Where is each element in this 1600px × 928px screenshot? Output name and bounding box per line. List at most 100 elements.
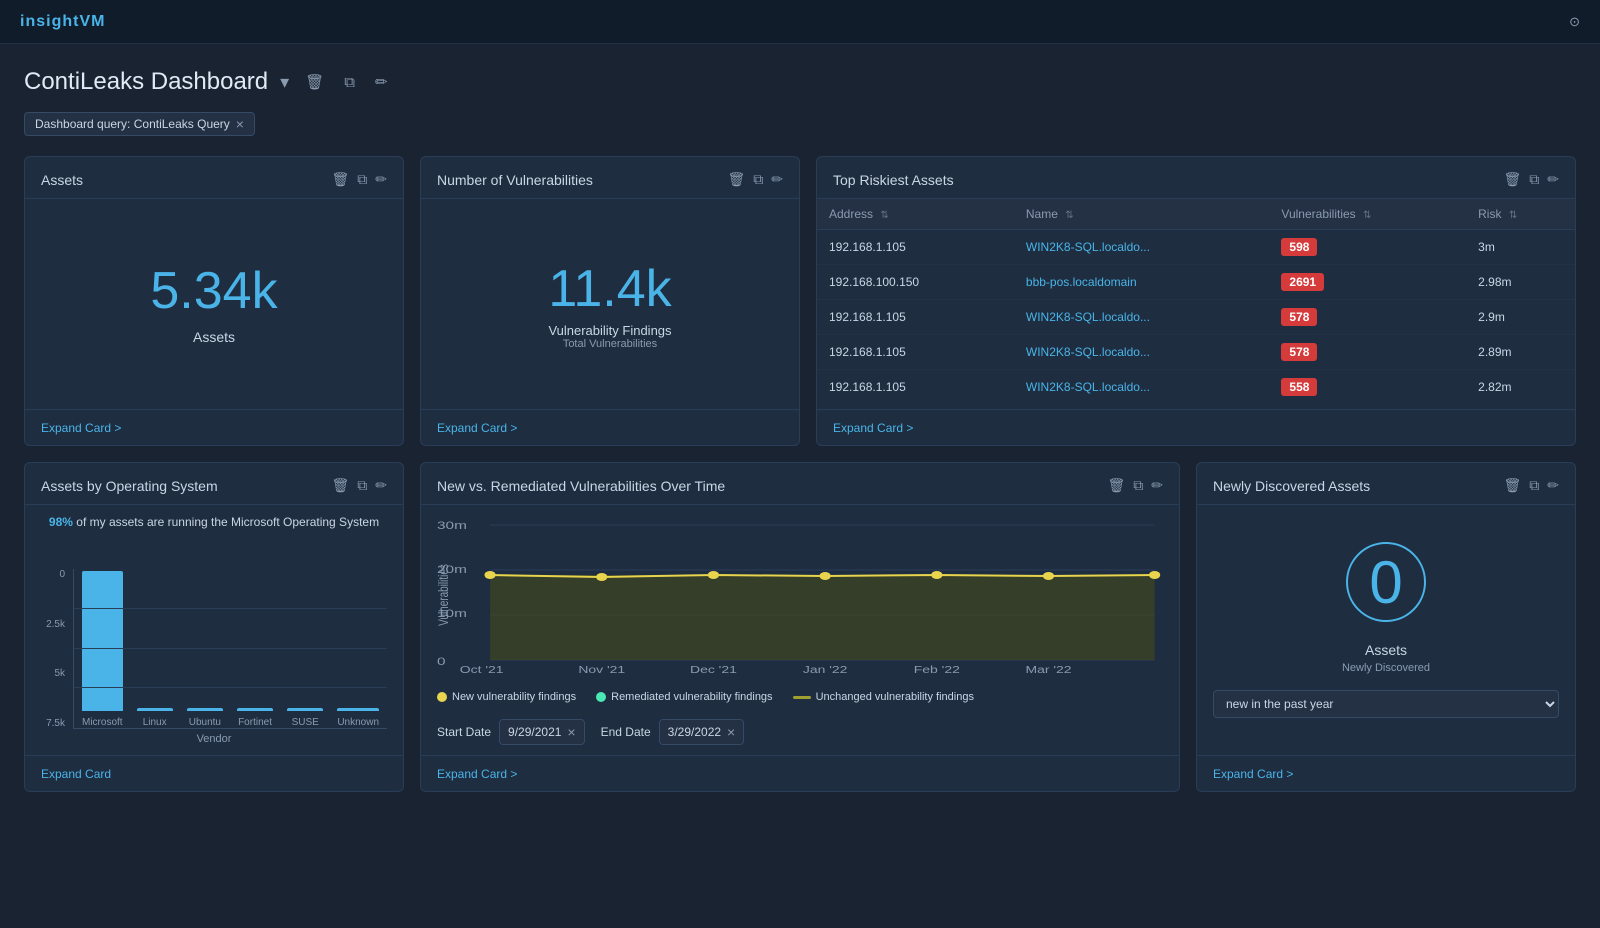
dashboard-title-chevron-icon[interactable]: ▾ bbox=[280, 72, 289, 93]
risk-name: bbb-pos.localdomain bbox=[1014, 265, 1270, 300]
svg-text:30m: 30m bbox=[437, 519, 467, 531]
newly-delete-icon[interactable]: 🗑 bbox=[1503, 477, 1521, 494]
filter-chip-close[interactable]: × bbox=[236, 117, 244, 131]
assets-card-icons: 🗑 ⧉ ✏ bbox=[331, 171, 387, 188]
dashboard-delete-button[interactable]: 🗑 bbox=[301, 71, 328, 93]
risk-address: 192.168.1.105 bbox=[817, 370, 1014, 405]
newly-discovered-title: Newly Discovered Assets bbox=[1213, 478, 1503, 494]
newly-copy-icon[interactable]: ⧉ bbox=[1529, 477, 1539, 494]
bar-group: SUSE bbox=[287, 708, 323, 728]
svg-text:Dec '21: Dec '21 bbox=[690, 664, 737, 675]
new-vs-remediated-card: New vs. Remediated Vulnerabilities Over … bbox=[420, 462, 1180, 792]
new-vs-rem-icons: 🗑 ⧉ ✏ bbox=[1107, 477, 1163, 494]
risk-col-address[interactable]: Address ⇅ bbox=[817, 199, 1014, 230]
assets-card-header: Assets 🗑 ⧉ ✏ bbox=[25, 157, 403, 199]
bar bbox=[287, 708, 323, 711]
start-date-value: 9/29/2021 bbox=[508, 725, 561, 739]
risk-col-vulns[interactable]: Vulnerabilities ⇅ bbox=[1269, 199, 1466, 230]
os-copy-icon[interactable]: ⧉ bbox=[357, 477, 367, 494]
os-edit-icon[interactable]: ✏ bbox=[375, 477, 387, 494]
risk-value: 2.89m bbox=[1466, 335, 1575, 370]
table-row: 192.168.1.105 WIN2K8-SQL.localdo... 578 … bbox=[817, 300, 1575, 335]
svg-text:Mar '22: Mar '22 bbox=[1025, 664, 1071, 675]
assets-value: 5.34k bbox=[150, 263, 277, 320]
vulns-edit-icon[interactable]: ✏ bbox=[771, 171, 783, 188]
assets-copy-icon[interactable]: ⧉ bbox=[357, 171, 367, 188]
assets-by-os-header: Assets by Operating System 🗑 ⧉ ✏ bbox=[25, 463, 403, 505]
top-riskiest-expand-link[interactable]: Expand Card > bbox=[833, 421, 913, 435]
vulnerabilities-expand-link[interactable]: Expand Card > bbox=[437, 421, 517, 435]
gridline-75 bbox=[74, 608, 387, 609]
dashboard-title: ContiLeaks Dashboard bbox=[24, 68, 268, 96]
end-date-input[interactable]: 3/29/2022 × bbox=[659, 719, 745, 745]
newrem-delete-icon[interactable]: 🗑 bbox=[1107, 477, 1125, 494]
risk-name: WIN2K8-SQL.localdo... bbox=[1014, 335, 1270, 370]
risk-address: 192.168.1.105 bbox=[817, 335, 1014, 370]
bar-label: Unknown bbox=[337, 717, 379, 728]
assets-edit-icon[interactable]: ✏ bbox=[375, 171, 387, 188]
end-date-clear[interactable]: × bbox=[727, 724, 735, 740]
newly-discovered-expand-link[interactable]: Expand Card > bbox=[1213, 767, 1293, 781]
assets-expand-link[interactable]: Expand Card > bbox=[41, 421, 121, 435]
assets-delete-icon[interactable]: 🗑 bbox=[331, 171, 349, 188]
newly-discovered-value: 0 bbox=[1346, 542, 1426, 622]
newrem-copy-icon[interactable]: ⧉ bbox=[1133, 477, 1143, 494]
y-axis: 7.5k 5k 2.5k 0 bbox=[41, 569, 73, 729]
bar-group: Microsoft bbox=[82, 571, 123, 728]
start-date-field: Start Date 9/29/2021 × bbox=[437, 719, 585, 745]
riskiest-delete-icon[interactable]: 🗑 bbox=[1503, 171, 1521, 188]
header-user-icon[interactable]: ⊙ bbox=[1569, 14, 1580, 30]
assets-by-os-expand-link[interactable]: Expand Card bbox=[41, 767, 111, 781]
legend-unchanged-findings: Unchanged vulnerability findings bbox=[793, 691, 974, 703]
os-delete-icon[interactable]: 🗑 bbox=[331, 477, 349, 494]
risk-name: WIN2K8-SQL.localdo... bbox=[1014, 300, 1270, 335]
risk-value: 2.9m bbox=[1466, 300, 1575, 335]
newly-discovered-dropdown[interactable]: new in the past yearnew in the past mont… bbox=[1213, 690, 1559, 718]
svg-text:Nov '21: Nov '21 bbox=[578, 664, 625, 675]
vulnerabilities-value: 11.4k bbox=[548, 259, 671, 319]
bar bbox=[187, 708, 223, 711]
top-riskiest-card-icons: 🗑 ⧉ ✏ bbox=[1503, 171, 1559, 188]
risk-value: 3m bbox=[1466, 230, 1575, 265]
risk-vulns: 558 bbox=[1269, 370, 1466, 405]
legend-unchanged-label: Unchanged vulnerability findings bbox=[816, 691, 974, 703]
vulnerabilities-card-footer: Expand Card > bbox=[421, 409, 799, 445]
new-vs-rem-expand-link[interactable]: Expand Card > bbox=[437, 767, 517, 781]
riskiest-copy-icon[interactable]: ⧉ bbox=[1529, 171, 1539, 188]
newrem-edit-icon[interactable]: ✏ bbox=[1151, 477, 1163, 494]
risk-col-name[interactable]: Name ⇅ bbox=[1014, 199, 1270, 230]
legend-new-dot bbox=[437, 692, 447, 702]
assets-label: Assets bbox=[193, 329, 235, 345]
legend-new-label: New vulnerability findings bbox=[452, 691, 576, 703]
vulns-delete-icon[interactable]: 🗑 bbox=[727, 171, 745, 188]
vulnerabilities-card: Number of Vulnerabilities 🗑 ⧉ ✏ 11.4k Vu… bbox=[420, 156, 800, 446]
legend-unchanged-line bbox=[793, 696, 811, 699]
table-row: 192.168.1.105 WIN2K8-SQL.localdo... 578 … bbox=[817, 335, 1575, 370]
bar-group: Ubuntu bbox=[187, 708, 223, 728]
start-date-clear[interactable]: × bbox=[567, 724, 575, 740]
os-subtitle-text: of my assets are running the Microsoft O… bbox=[73, 515, 379, 529]
app-logo: insightVM bbox=[20, 13, 105, 31]
riskiest-edit-icon[interactable]: ✏ bbox=[1547, 171, 1559, 188]
start-date-input[interactable]: 9/29/2021 × bbox=[499, 719, 585, 745]
bars-inner: Microsoft Linux Ubuntu Fortinet SUSE Unk… bbox=[82, 569, 379, 728]
line-chart-svg: 30m 20m 10m 0 bbox=[437, 515, 1163, 675]
user-icon[interactable]: ⊙ bbox=[1569, 14, 1580, 29]
top-riskiest-card-header: Top Riskiest Assets 🗑 ⧉ ✏ bbox=[817, 157, 1575, 199]
assets-card: Assets 🗑 ⧉ ✏ 5.34k Assets Expand Card > bbox=[24, 156, 404, 446]
vulnerabilities-card-body: 11.4k Vulnerability Findings Total Vulne… bbox=[421, 199, 799, 409]
bar-label: Ubuntu bbox=[189, 717, 221, 728]
line-chart-wrap: 30m 20m 10m 0 bbox=[437, 515, 1163, 675]
assets-card-title: Assets bbox=[41, 172, 331, 188]
risk-name: WIN2K8-SQL.localdo... bbox=[1014, 230, 1270, 265]
end-date-value: 3/29/2022 bbox=[668, 725, 721, 739]
risk-col-risk[interactable]: Risk ⇅ bbox=[1466, 199, 1575, 230]
cards-bottom-row: Assets by Operating System 🗑 ⧉ ✏ 98% of … bbox=[24, 462, 1576, 792]
table-row: 192.168.100.150 bbb-pos.localdomain 2691… bbox=[817, 265, 1575, 300]
newly-edit-icon[interactable]: ✏ bbox=[1547, 477, 1559, 494]
assets-by-os-body: 98% of my assets are running the Microso… bbox=[25, 505, 403, 755]
vulns-copy-icon[interactable]: ⧉ bbox=[753, 171, 763, 188]
dashboard-copy-button[interactable]: ⧉ bbox=[340, 72, 359, 93]
new-vs-rem-header: New vs. Remediated Vulnerabilities Over … bbox=[421, 463, 1179, 505]
dashboard-edit-button[interactable]: ✏ bbox=[371, 71, 392, 93]
